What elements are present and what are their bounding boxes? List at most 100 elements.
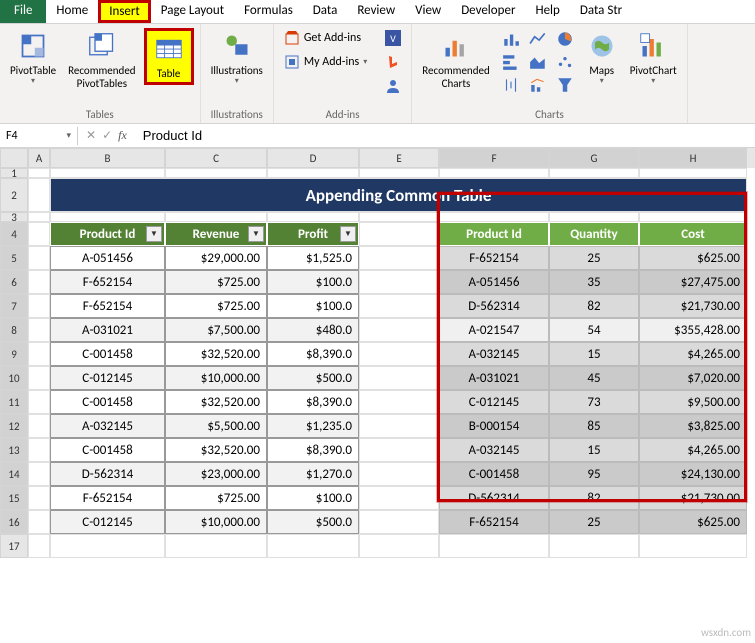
cell[interactable] [359, 366, 439, 390]
my-addins-button[interactable]: My Add-ins ▾ [280, 52, 371, 72]
recommended-pivottables-button[interactable]: Recommended PivotTables [64, 28, 139, 92]
cell[interactable]: A-032145 [439, 342, 549, 366]
cell[interactable] [439, 534, 549, 558]
col-header-D[interactable]: D [267, 148, 359, 168]
cell[interactable]: C-001458 [50, 390, 165, 414]
chart-stock-button[interactable] [498, 74, 524, 96]
row-header[interactable]: 3 [0, 212, 28, 222]
cell[interactable]: B-000154 [439, 414, 549, 438]
name-box[interactable]: F4▾ [0, 127, 78, 145]
table-header[interactable]: Profit▼ [267, 222, 359, 246]
cell[interactable] [28, 438, 50, 462]
cell[interactable]: C-001458 [439, 462, 549, 486]
table-header[interactable]: Quantity [549, 222, 639, 246]
cell[interactable] [50, 534, 165, 558]
cell[interactable]: C-012145 [50, 510, 165, 534]
cell[interactable]: C-001458 [50, 438, 165, 462]
tab-insert[interactable]: Insert [98, 0, 151, 23]
cell[interactable] [359, 222, 439, 246]
row-header[interactable]: 11 [0, 390, 28, 414]
cell[interactable]: $21,730.00 [639, 486, 747, 510]
tab-formulas[interactable]: Formulas [234, 0, 303, 23]
row-header[interactable]: 1 [0, 168, 28, 178]
cell[interactable]: $32,520.00 [165, 438, 267, 462]
col-header-C[interactable]: C [165, 148, 267, 168]
cell[interactable] [28, 294, 50, 318]
tab-page-layout[interactable]: Page Layout [151, 0, 234, 23]
cell[interactable] [359, 246, 439, 270]
cell[interactable]: A-031021 [439, 366, 549, 390]
chart-scatter-button[interactable] [552, 51, 578, 73]
cell[interactable] [28, 462, 50, 486]
row-header[interactable]: 7 [0, 294, 28, 318]
cell[interactable] [267, 534, 359, 558]
cell[interactable]: $100.0 [267, 486, 359, 510]
cell[interactable]: 95 [549, 462, 639, 486]
tab-view[interactable]: View [405, 0, 451, 23]
cell[interactable] [359, 390, 439, 414]
col-header-G[interactable]: G [549, 148, 639, 168]
worksheet-grid[interactable]: A B C D E F G H 12Appending Common Table… [0, 148, 755, 558]
cell[interactable]: $480.0 [267, 318, 359, 342]
cell[interactable]: $4,265.00 [639, 438, 747, 462]
cell[interactable] [359, 318, 439, 342]
cell[interactable]: $355,428.00 [639, 318, 747, 342]
tab-home[interactable]: Home [46, 0, 98, 23]
chart-line-button[interactable] [525, 28, 551, 50]
cell[interactable]: $1,235.0 [267, 414, 359, 438]
maps-button[interactable]: Maps ▾ [582, 28, 622, 89]
cancel-icon[interactable]: ✕ [86, 128, 96, 143]
cell[interactable] [50, 168, 165, 178]
row-header[interactable]: 15 [0, 486, 28, 510]
cell[interactable] [359, 510, 439, 534]
formula-input[interactable] [135, 126, 755, 145]
cell[interactable]: $500.0 [267, 510, 359, 534]
row-header[interactable]: 14 [0, 462, 28, 486]
tab-data[interactable]: Data [303, 0, 348, 23]
cell[interactable] [28, 534, 50, 558]
people-addin-button[interactable] [381, 76, 405, 96]
cell[interactable] [50, 212, 165, 222]
cell[interactable] [359, 486, 439, 510]
tab-review[interactable]: Review [347, 0, 405, 23]
cell[interactable]: $625.00 [639, 510, 747, 534]
cell[interactable] [28, 270, 50, 294]
cell[interactable]: $24,130.00 [639, 462, 747, 486]
cell[interactable]: $100.0 [267, 294, 359, 318]
filter-button[interactable]: ▼ [340, 226, 356, 242]
cell[interactable] [359, 438, 439, 462]
cell[interactable]: $7,020.00 [639, 366, 747, 390]
cell[interactable]: 35 [549, 270, 639, 294]
cell[interactable]: $10,000.00 [165, 510, 267, 534]
cell[interactable] [439, 168, 549, 178]
cell[interactable] [28, 486, 50, 510]
row-header[interactable]: 17 [0, 534, 28, 558]
row-header[interactable]: 9 [0, 342, 28, 366]
cell[interactable]: 54 [549, 318, 639, 342]
cell[interactable]: $625.00 [639, 246, 747, 270]
cell[interactable]: $8,390.0 [267, 438, 359, 462]
row-header[interactable]: 12 [0, 414, 28, 438]
col-header-E[interactable]: E [359, 148, 439, 168]
cell[interactable]: $725.00 [165, 294, 267, 318]
cell[interactable]: 25 [549, 246, 639, 270]
row-header[interactable]: 8 [0, 318, 28, 342]
cell[interactable]: C-012145 [50, 366, 165, 390]
filter-button[interactable]: ▼ [146, 226, 162, 242]
cell[interactable] [549, 212, 639, 222]
col-header-H[interactable]: H [639, 148, 747, 168]
table-header[interactable]: Cost [639, 222, 747, 246]
cell[interactable]: 45 [549, 366, 639, 390]
cell[interactable] [28, 178, 50, 212]
cell[interactable]: $1,525.0 [267, 246, 359, 270]
cell[interactable] [267, 168, 359, 178]
tab-developer[interactable]: Developer [451, 0, 525, 23]
cell[interactable] [28, 510, 50, 534]
table-header[interactable]: Revenue▼ [165, 222, 267, 246]
cell[interactable] [165, 168, 267, 178]
cell[interactable]: D-562314 [439, 486, 549, 510]
cell[interactable]: 15 [549, 342, 639, 366]
col-header-B[interactable]: B [50, 148, 165, 168]
cell[interactable] [549, 168, 639, 178]
cell[interactable] [28, 246, 50, 270]
